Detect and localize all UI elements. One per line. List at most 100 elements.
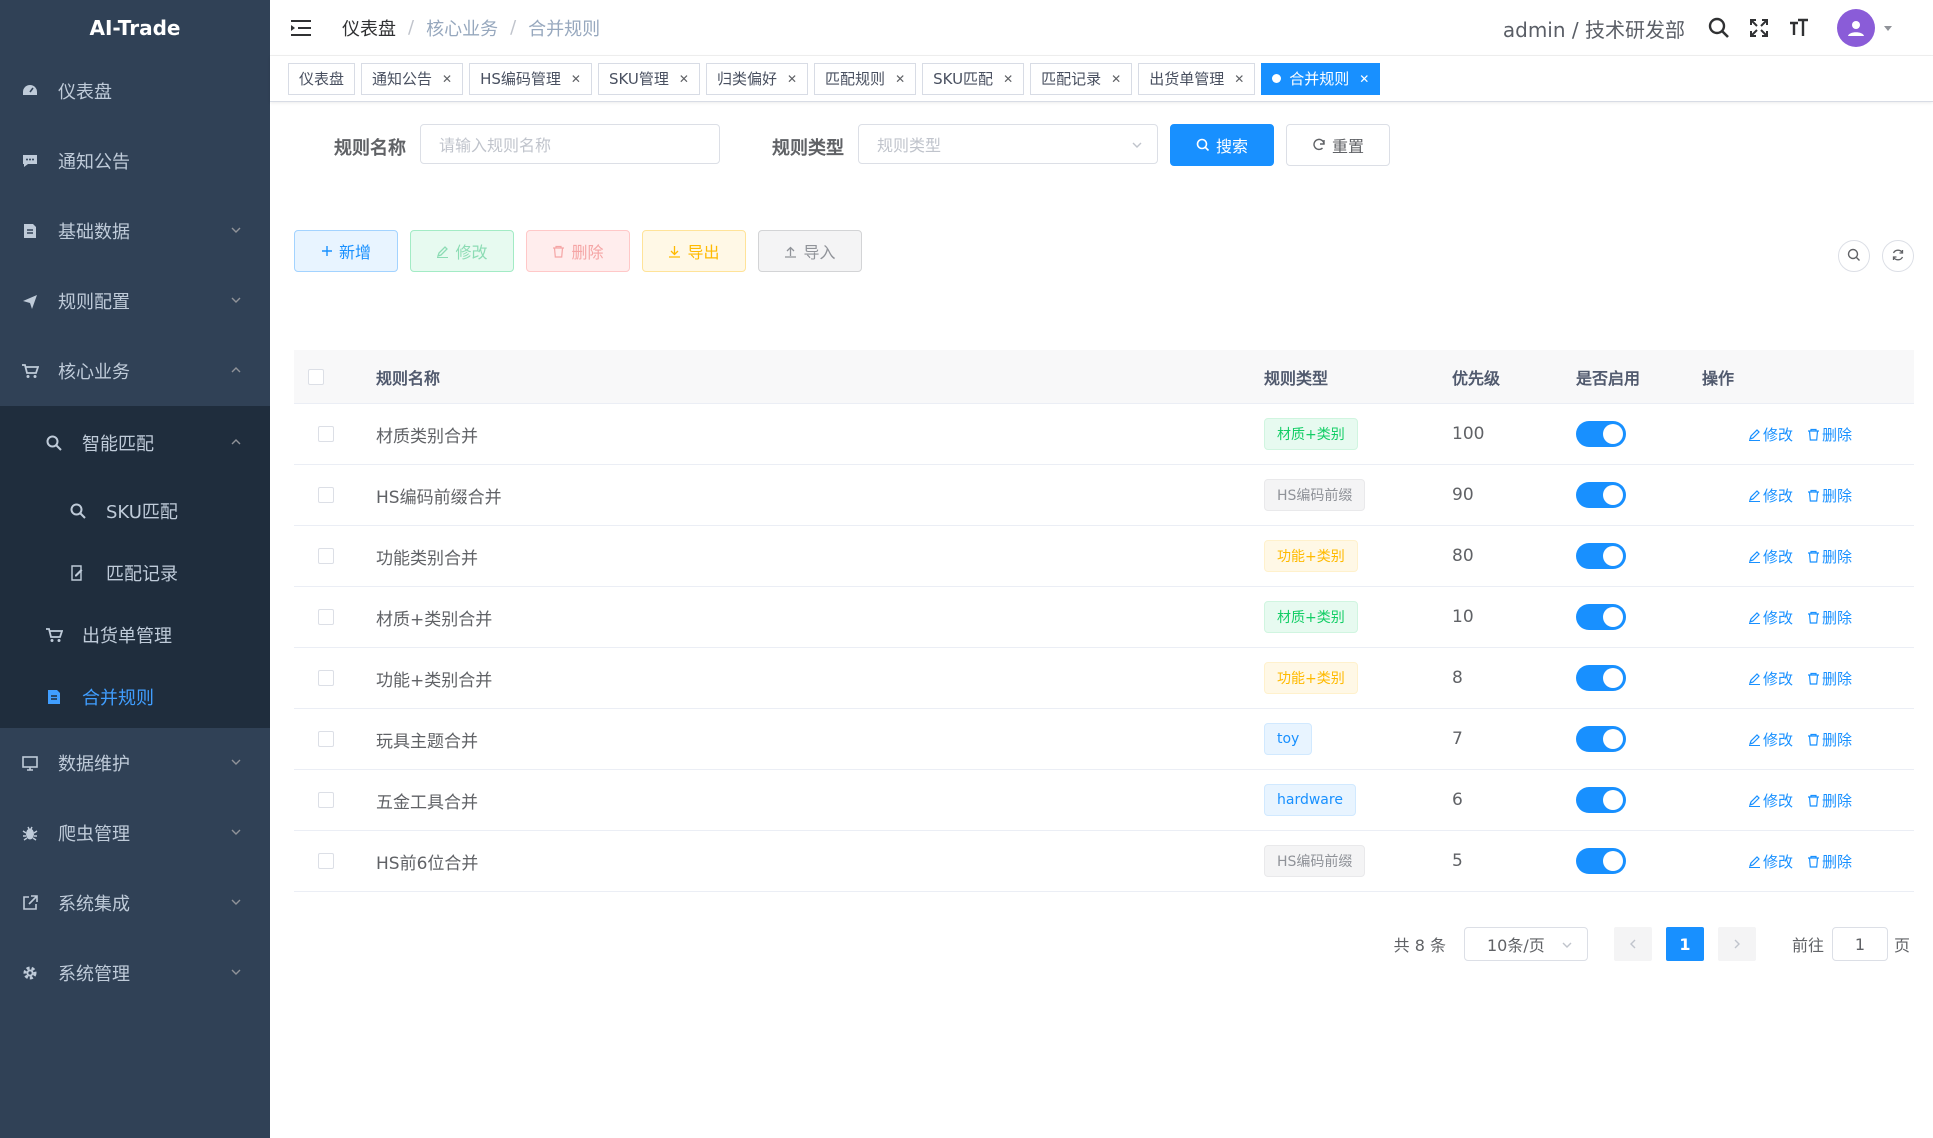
row-checkbox[interactable] (318, 670, 334, 686)
sidebar-item-system-management[interactable]: 系统管理 (0, 938, 270, 1008)
placeholder: 规则类型 (877, 136, 942, 155)
checkbox[interactable] (308, 368, 324, 385)
toggle-search-button[interactable] (1838, 240, 1870, 272)
row-delete-button[interactable]: 删除 (1807, 729, 1852, 750)
tag-shipment[interactable]: 出货单管理 ✕ (1138, 62, 1256, 95)
row-edit-button[interactable]: 修改 (1748, 607, 1793, 628)
page-size-select[interactable]: 10条/页 (1463, 927, 1588, 961)
row-checkbox[interactable] (318, 548, 334, 564)
row-edit-button[interactable]: 修改 (1748, 485, 1793, 506)
avatar[interactable] (1837, 9, 1875, 47)
row-edit-button[interactable]: 修改 (1748, 546, 1793, 567)
row-checkbox[interactable] (318, 609, 334, 625)
prev-page-button[interactable] (1613, 927, 1652, 961)
enabled-switch[interactable] (1576, 604, 1626, 630)
export-button[interactable]: 导出 (642, 230, 746, 272)
fullscreen-icon[interactable] (1747, 16, 1771, 40)
enabled-cell (1576, 648, 1626, 708)
row-edit-button[interactable]: 修改 (1748, 851, 1793, 872)
tag-notice[interactable]: 通知公告 ✕ (361, 62, 464, 95)
close-icon[interactable]: ✕ (442, 72, 452, 86)
row-delete-button[interactable]: 删除 (1807, 790, 1852, 811)
row-edit-button[interactable]: 修改 (1748, 424, 1793, 445)
enabled-switch[interactable] (1576, 848, 1626, 874)
goto-page-input[interactable]: 1 (1831, 927, 1888, 961)
enabled-switch[interactable] (1576, 665, 1626, 691)
row-checkbox[interactable] (318, 487, 334, 503)
sidebar-item-notice[interactable]: 通知公告 (0, 126, 270, 196)
edit-button[interactable]: 修改 (410, 230, 514, 272)
row-checkbox[interactable] (318, 792, 334, 808)
row-delete-button[interactable]: 删除 (1807, 424, 1852, 445)
enabled-switch[interactable] (1576, 787, 1626, 813)
row-delete-button[interactable]: 删除 (1807, 485, 1852, 506)
row-edit-button[interactable]: 修改 (1748, 729, 1793, 750)
sidebar-item-rule-config[interactable]: 规则配置 (0, 266, 270, 336)
reset-button[interactable]: 重置 (1286, 124, 1390, 166)
next-page-button[interactable] (1717, 927, 1756, 961)
table-row: 玩具主题合并 toy 7 修改 删除 (294, 709, 1914, 770)
tag-hs-code[interactable]: HS编码管理 ✕ (469, 62, 592, 95)
row-delete-button[interactable]: 删除 (1807, 607, 1852, 628)
rule-type-badge: HS编码前缀 (1264, 479, 1366, 511)
close-icon[interactable]: ✕ (1003, 72, 1013, 86)
tag-merge-rules[interactable]: 合并规则 ✕ (1261, 62, 1381, 95)
sidebar-item-crawler[interactable]: 爬虫管理 (0, 798, 270, 868)
caret-down-icon[interactable] (1883, 23, 1893, 33)
tag-dashboard[interactable]: 仪表盘 (288, 62, 356, 95)
tag-sku-management[interactable]: SKU管理 ✕ (597, 62, 700, 95)
row-edit-button[interactable]: 修改 (1748, 668, 1793, 689)
row-delete-button[interactable]: 删除 (1807, 546, 1852, 567)
enabled-switch[interactable] (1576, 421, 1626, 447)
sidebar-item-smart-match[interactable]: 智能匹配 (0, 406, 270, 480)
close-icon[interactable]: ✕ (571, 72, 581, 86)
row-delete-button[interactable]: 删除 (1807, 851, 1852, 872)
hamburger-icon[interactable] (290, 18, 312, 38)
enabled-switch[interactable] (1576, 726, 1626, 752)
rule-name-input[interactable]: 请输入规则名称 (420, 124, 720, 164)
sidebar-item-shipment[interactable]: 出货单管理 (0, 604, 270, 666)
row-checkbox[interactable] (318, 426, 334, 442)
tag-match-record[interactable]: 匹配记录 ✕ (1030, 62, 1133, 95)
breadcrumb-separator: / (408, 17, 415, 38)
close-icon[interactable]: ✕ (1234, 72, 1244, 86)
edit-icon (436, 245, 449, 258)
row-edit-button[interactable]: 修改 (1748, 790, 1793, 811)
row-delete-label: 删除 (1822, 730, 1853, 749)
close-icon[interactable]: ✕ (895, 72, 905, 86)
sidebar-item-dashboard[interactable]: 仪表盘 (0, 56, 270, 126)
edit-icon (1748, 855, 1761, 868)
delete-button[interactable]: 删除 (526, 230, 630, 272)
sidebar-item-match-record[interactable]: 匹配记录 (0, 542, 270, 604)
close-icon[interactable]: ✕ (679, 72, 689, 86)
sidebar-item-data-maintenance[interactable]: 数据维护 (0, 728, 270, 798)
search-button[interactable]: 搜索 (1170, 124, 1274, 166)
page-number-current[interactable]: 1 (1665, 927, 1704, 961)
row-delete-button[interactable]: 删除 (1807, 668, 1852, 689)
enabled-switch[interactable] (1576, 543, 1626, 569)
tag-label: SKU匹配 (933, 70, 994, 88)
sidebar-item-basic-data[interactable]: 基础数据 (0, 196, 270, 266)
close-icon[interactable]: ✕ (1111, 72, 1121, 86)
sidebar-item-system-integration[interactable]: 系统集成 (0, 868, 270, 938)
search-icon[interactable] (1707, 16, 1731, 40)
import-button[interactable]: 导入 (758, 230, 862, 272)
tag-match-rules[interactable]: 匹配规则 ✕ (814, 62, 917, 95)
breadcrumb-item[interactable]: 仪表盘 (342, 15, 396, 41)
tag-classification[interactable]: 归类偏好 ✕ (705, 62, 809, 95)
switch-knob (1603, 607, 1623, 627)
sidebar-item-sku-match[interactable]: SKU匹配 (0, 480, 270, 542)
font-size-icon[interactable] (1787, 16, 1811, 40)
sidebar-item-core-business[interactable]: 核心业务 (0, 336, 270, 406)
row-checkbox[interactable] (318, 853, 334, 869)
enabled-switch[interactable] (1576, 482, 1626, 508)
add-button[interactable]: 新增 (294, 230, 398, 272)
close-icon[interactable]: ✕ (1359, 72, 1369, 86)
sidebar-item-merge-rules[interactable]: 合并规则 (0, 666, 270, 728)
row-checkbox[interactable] (318, 731, 334, 747)
refresh-button[interactable] (1882, 240, 1914, 272)
close-icon[interactable]: ✕ (787, 72, 797, 86)
rule-type-select[interactable]: 规则类型 (858, 124, 1158, 164)
tag-sku-match[interactable]: SKU匹配 ✕ (922, 62, 1025, 95)
select-all-checkbox[interactable] (308, 350, 324, 403)
